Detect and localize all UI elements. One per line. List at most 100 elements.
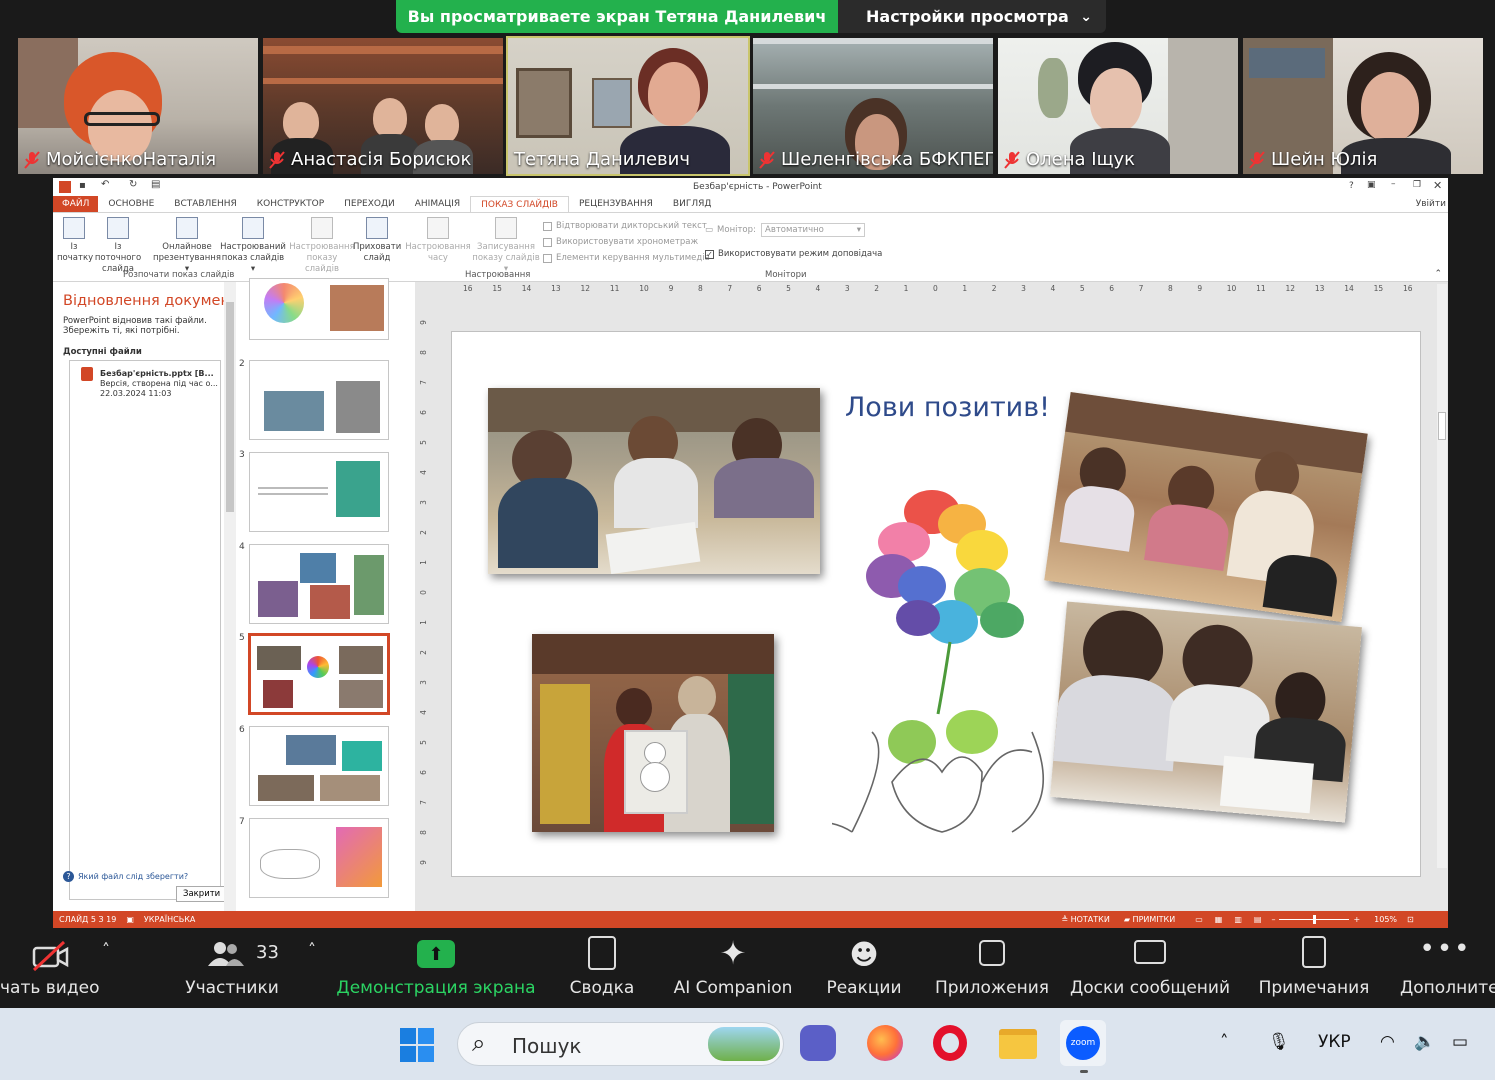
restore-button[interactable]: ❐: [1413, 180, 1421, 190]
minimize-button[interactable]: –: [1391, 179, 1396, 189]
tab-transitions[interactable]: ПЕРЕХОДИ: [334, 196, 405, 212]
slide-thumbnail-selected[interactable]: [248, 633, 390, 715]
setup-slideshow-button[interactable]: Настроювання показу слайдів: [289, 217, 355, 275]
ribbon-options-icon[interactable]: ▣: [1367, 180, 1376, 190]
slideshow-start-icon: [63, 217, 85, 239]
zoom-out-button[interactable]: –: [1271, 915, 1275, 924]
slide-scrollbar[interactable]: [1437, 284, 1447, 868]
taskbar-app-zoom[interactable]: zoom: [1060, 1020, 1106, 1066]
participant-tile[interactable]: Шейн Юлія: [1243, 38, 1483, 174]
from-start-button[interactable]: Із початку: [57, 217, 93, 264]
view-options-button[interactable]: Настройки просмотра ⌄: [838, 0, 1106, 33]
microphone-icon[interactable]: 🎙: [1268, 1032, 1290, 1052]
tab-review[interactable]: РЕЦЕНЗУВАННЯ: [569, 196, 663, 212]
windows-start-icon[interactable]: [400, 1028, 434, 1062]
slide-thumbnail[interactable]: [249, 726, 389, 806]
zoom-in-button[interactable]: +: [1353, 915, 1360, 924]
media-controls-checkbox[interactable]: Елементи керування мультимедіа: [543, 253, 710, 263]
use-timings-checkbox[interactable]: Використовувати хронометраж: [543, 237, 698, 247]
rehearse-timings-button[interactable]: Настроювання часу: [405, 217, 471, 264]
tab-slideshow[interactable]: ПОКАЗ СЛАЙДІВ: [470, 196, 569, 212]
slide-thumbnail[interactable]: [249, 818, 389, 898]
tab-file[interactable]: ФАЙЛ: [53, 196, 99, 212]
ai-companion-button[interactable]: ✦ AI Companion: [668, 930, 798, 1008]
participants-button[interactable]: 33 Участники: [172, 930, 292, 1008]
apps-button[interactable]: Приложения: [930, 930, 1054, 1008]
language-indicator[interactable]: УКРАЇНСЬКА: [144, 915, 195, 924]
current-slide[interactable]: Лови позитив!: [451, 331, 1421, 877]
spellcheck-icon[interactable]: ▣: [126, 915, 134, 924]
keyboard-language[interactable]: УКР: [1318, 1032, 1351, 1052]
reactions-button[interactable]: ☻ Реакции: [820, 930, 908, 1008]
from-current-button[interactable]: Із поточного слайда: [91, 217, 145, 275]
undo-icon[interactable]: ↶: [101, 179, 109, 190]
battery-icon[interactable]: ▭: [1452, 1032, 1468, 1052]
record-slideshow-button[interactable]: Записування показу слайдів ▾: [471, 217, 541, 275]
monitor-select[interactable]: Автоматично ▾: [761, 223, 865, 237]
group-setup-label: Настроювання: [465, 270, 531, 280]
custom-slideshow-button[interactable]: Настроюваний показ слайдів ▾: [219, 217, 287, 275]
recovered-file-item[interactable]: Безбар'єрність.pptx [В... Версія, створе…: [73, 364, 223, 400]
slide-thumbnail[interactable]: [249, 452, 389, 532]
whiteboards-button[interactable]: Доски сообщений: [1066, 930, 1234, 1008]
recovery-close-button[interactable]: Закрити: [176, 886, 228, 902]
notes-button[interactable]: Примечания: [1254, 930, 1374, 1008]
taskbar-app-file-explorer[interactable]: [999, 1025, 1039, 1065]
scrollbar-thumb[interactable]: [226, 302, 234, 512]
tab-animations[interactable]: АНІМАЦІЯ: [405, 196, 470, 212]
normal-view-icon[interactable]: ▭: [1195, 915, 1203, 924]
hide-slide-button[interactable]: Приховати слайд: [353, 217, 401, 264]
taskbar-search-box[interactable]: ⌕ Пошук: [457, 1022, 784, 1066]
participant-tile[interactable]: МойсієнкоНаталія: [18, 38, 258, 174]
slideshow-view-icon[interactable]: ▤: [1254, 915, 1262, 924]
slide-title[interactable]: Лови позитив!: [845, 392, 1050, 423]
help-button[interactable]: ?: [1349, 181, 1354, 191]
notes-button[interactable]: ≜ НОТАТКИ: [1061, 915, 1109, 924]
sign-in-link[interactable]: Увійти: [1416, 199, 1446, 209]
tab-home[interactable]: ОСНОВНЕ: [98, 196, 164, 212]
slide-thumbnail[interactable]: [249, 360, 389, 440]
taskbar-app-teams[interactable]: [800, 1025, 840, 1065]
redo-icon[interactable]: ↻: [129, 179, 137, 190]
comments-button[interactable]: ▰ ПРИМІТКИ: [1124, 915, 1175, 924]
taskbar-app-opera[interactable]: [933, 1025, 973, 1065]
slide-scrollbar-thumb[interactable]: [1438, 412, 1446, 440]
play-narration-checkbox[interactable]: Відтворювати дикторський текст: [543, 221, 707, 231]
participant-tile-speaker[interactable]: Тетяна Данилевич: [506, 36, 750, 176]
ruler-tick-label: 0: [418, 590, 428, 595]
tab-insert[interactable]: ВСТАВЛЕННЯ: [164, 196, 247, 212]
tab-view[interactable]: ВИГЛЯД: [663, 196, 721, 212]
show-hidden-icons-chevron[interactable]: ˄: [1220, 1032, 1229, 1052]
wifi-icon[interactable]: ◠: [1380, 1032, 1395, 1052]
video-options-chevron[interactable]: ˄: [92, 930, 120, 1008]
summary-button[interactable]: Сводка: [560, 930, 644, 1008]
close-window-button[interactable]: ✕: [1433, 179, 1442, 192]
slideshow-quick-icon[interactable]: ▤: [151, 179, 160, 190]
stop-video-button[interactable]: чать видео: [0, 930, 100, 1008]
zoom-slider-thumb[interactable]: [1313, 915, 1317, 924]
participants-options-chevron[interactable]: ˄: [298, 930, 326, 1008]
participant-tile[interactable]: Анастасія Борисюк: [263, 38, 503, 174]
slide-thumbnail[interactable]: [249, 544, 389, 624]
ruler-tick-label: 16: [463, 284, 473, 293]
recovered-file-name: Безбар'єрність.pptx [В...: [100, 369, 214, 378]
volume-icon[interactable]: 🔈: [1414, 1032, 1435, 1052]
zoom-slider[interactable]: [1279, 915, 1350, 924]
slide-sorter-icon[interactable]: ▦: [1215, 915, 1223, 924]
collapse-ribbon-icon[interactable]: ⌃: [1434, 269, 1442, 279]
participant-tile[interactable]: Олена Іщук: [998, 38, 1238, 174]
tab-design[interactable]: КОНСТРУКТОР: [247, 196, 334, 212]
which-file-help-link[interactable]: ? Який файл слід зберегти?: [63, 871, 188, 882]
reading-view-icon[interactable]: ▥: [1234, 915, 1242, 924]
online-present-button[interactable]: Онлайнове презентування ▾: [151, 217, 223, 275]
save-icon[interactable]: ▪: [79, 180, 86, 191]
more-button[interactable]: ••• Дополните: [1396, 930, 1495, 1008]
taskbar-app-firefox[interactable]: [867, 1025, 907, 1065]
thumbnail-scrollbar[interactable]: [224, 282, 236, 912]
share-screen-button[interactable]: ⬆ Демонстрация экрана: [336, 930, 536, 1008]
zoom-level[interactable]: 105%: [1374, 915, 1397, 924]
fit-to-window-icon[interactable]: ⊡: [1407, 915, 1414, 924]
presenter-view-checkbox[interactable]: ✓ Використовувати режим доповідача: [705, 249, 882, 259]
participant-tile[interactable]: Шеленгівська БФКПЕП: [753, 38, 993, 174]
slide-thumbnail[interactable]: [249, 278, 389, 340]
